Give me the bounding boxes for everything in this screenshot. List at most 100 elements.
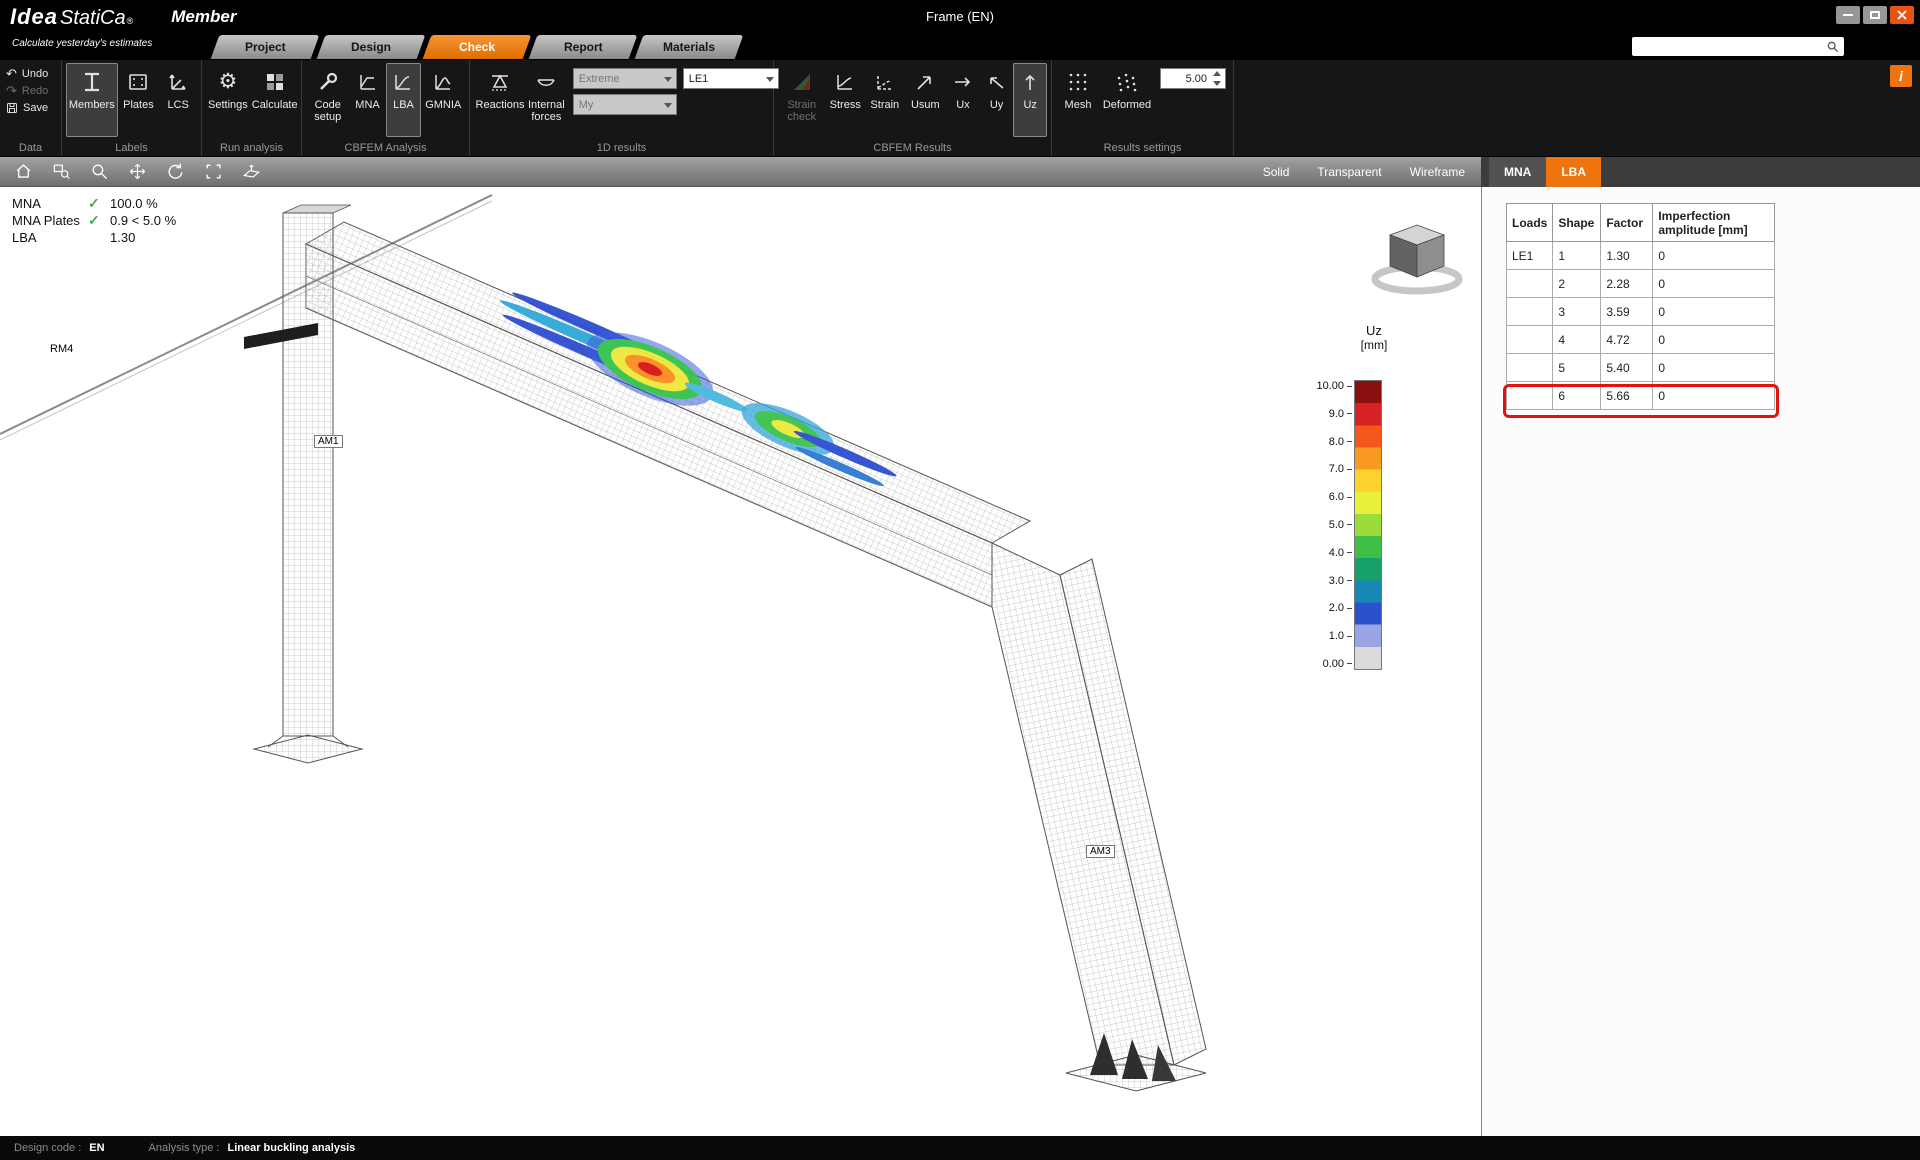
cell-loads[interactable] [1507,298,1553,326]
cell-loads[interactable] [1507,326,1553,354]
uy-button[interactable]: Uy [980,63,1014,137]
cell-shape[interactable]: 4 [1553,326,1601,354]
lcs-button[interactable]: LCS [159,63,197,137]
reactions-button[interactable]: Reactions [474,63,526,137]
table-row[interactable]: 4 4.72 0 [1507,326,1775,354]
mna-button[interactable]: MNA [350,63,386,137]
tick-label: 0.00 [1323,658,1352,670]
rotate-button[interactable] [164,161,186,183]
clipping-plane-button[interactable] [240,161,262,183]
ux-button[interactable]: Ux [946,63,980,137]
table-row[interactable]: 3 3.59 0 [1507,298,1775,326]
tab-check[interactable]: Check [423,35,532,59]
spinner-down-button[interactable] [1211,79,1223,88]
cell-loads[interactable]: LE1 [1507,242,1553,270]
tab-project[interactable]: Project [211,35,320,59]
structure-canvas[interactable] [0,187,1481,1136]
zoom-button[interactable] [88,161,110,183]
stress-button[interactable]: Stress [825,63,865,137]
cell-shape[interactable]: 5 [1553,354,1601,382]
minimize-button[interactable] [1836,6,1860,24]
mna-label: MNA [355,99,379,111]
fit-to-screen-button[interactable] [202,161,224,183]
redo-button[interactable]: ↷Redo [4,82,50,99]
cell-shape[interactable]: 1 [1553,242,1601,270]
search-icon[interactable] [1825,39,1841,55]
nav-cube[interactable] [1375,225,1459,291]
internal-forces-button[interactable]: Internal forces [526,63,567,137]
member-tag-rm4: RM4 [48,343,75,355]
tab-design[interactable]: Design [317,35,426,59]
cell-factor[interactable]: 5.40 [1601,354,1653,382]
group-label-results-settings: Results settings [1052,142,1233,154]
table-row[interactable]: 5 5.40 0 [1507,354,1775,382]
table-row[interactable]: LE1 1 1.30 0 [1507,242,1775,270]
deformed-button[interactable]: Deformed [1100,63,1154,137]
info-button[interactable]: i [1890,65,1912,87]
cell-imperfection[interactable]: 0 [1653,382,1775,410]
gmnia-button[interactable]: GMNIA [421,63,465,137]
work-area: Solid Transparent Wireframe MNA LBA [0,157,1920,1136]
view-mode-transparent[interactable]: Transparent [1317,165,1381,179]
tab-report[interactable]: Report [529,35,638,59]
save-button[interactable]: Save [4,99,50,116]
view-mode-wireframe[interactable]: Wireframe [1410,165,1465,179]
cell-loads[interactable] [1507,382,1553,410]
members-button[interactable]: Members [66,63,118,137]
deformed-scale-stepper[interactable]: 5.00 [1160,68,1226,89]
cell-imperfection[interactable]: 0 [1653,270,1775,298]
check-icon: ✓ [88,212,110,229]
spinner-up-button[interactable] [1211,69,1223,78]
mesh-button[interactable]: Mesh [1056,63,1100,137]
cell-shape[interactable]: 6 [1553,382,1601,410]
cell-shape[interactable]: 3 [1553,298,1601,326]
cell-loads[interactable] [1507,354,1553,382]
undo-button[interactable]: ↶Undo [4,65,50,82]
home-view-button[interactable] [12,161,34,183]
internal-forces-icon [534,68,558,96]
usum-button[interactable]: Usum [905,63,947,137]
cell-shape[interactable]: 2 [1553,270,1601,298]
cell-factor[interactable]: 5.66 [1601,382,1653,410]
my-dropdown[interactable]: My [573,94,677,115]
viewport-3d[interactable]: MNA ✓ 100.0 % MNA Plates ✓ 0.9 < 5.0 % L… [0,187,1481,1136]
lcs-icon [166,68,190,96]
calculate-button[interactable]: Calculate [250,63,300,137]
view-mode-solid[interactable]: Solid [1263,165,1290,179]
cell-factor[interactable]: 2.28 [1601,270,1653,298]
tick-label: 9.0 [1329,408,1352,420]
zoom-window-button[interactable] [50,161,72,183]
stress-icon [833,68,857,96]
cell-imperfection[interactable]: 0 [1653,242,1775,270]
cell-factor[interactable]: 4.72 [1601,326,1653,354]
panel-tab-mna[interactable]: MNA [1489,157,1546,187]
plates-button[interactable]: Plates [118,63,160,137]
uz-button[interactable]: Uz [1013,63,1047,137]
maximize-button[interactable] [1863,6,1887,24]
lba-button[interactable]: LBA [386,63,422,137]
cell-factor[interactable]: 3.59 [1601,298,1653,326]
search-input[interactable] [1632,41,1825,53]
cell-imperfection[interactable]: 0 [1653,326,1775,354]
col-header-factor: Factor [1601,204,1653,242]
member-tag-am1: AM1 [314,435,343,448]
table-row-highlighted[interactable]: 6 5.66 0 [1507,382,1775,410]
deformed-label: Deformed [1103,99,1151,111]
cell-factor[interactable]: 1.30 [1601,242,1653,270]
panel-tab-lba[interactable]: LBA [1546,157,1601,187]
load-case-dropdown[interactable]: LE1 [683,68,779,89]
code-setup-button[interactable]: Code setup [306,63,350,137]
tab-materials[interactable]: Materials [635,35,744,59]
strain-check-button[interactable]: Strain check [778,63,825,137]
cell-loads[interactable] [1507,270,1553,298]
group-label-cbfem-results: CBFEM Results [774,142,1051,154]
table-row[interactable]: 2 2.28 0 [1507,270,1775,298]
cell-imperfection[interactable]: 0 [1653,298,1775,326]
settings-button[interactable]: ⚙ Settings [206,63,250,137]
pan-button[interactable] [126,161,148,183]
extreme-dropdown[interactable]: Extreme [573,68,677,89]
minimize-icon [1843,14,1853,16]
strain-button[interactable]: Strain [865,63,905,137]
cell-imperfection[interactable]: 0 [1653,354,1775,382]
close-button[interactable] [1890,6,1914,24]
